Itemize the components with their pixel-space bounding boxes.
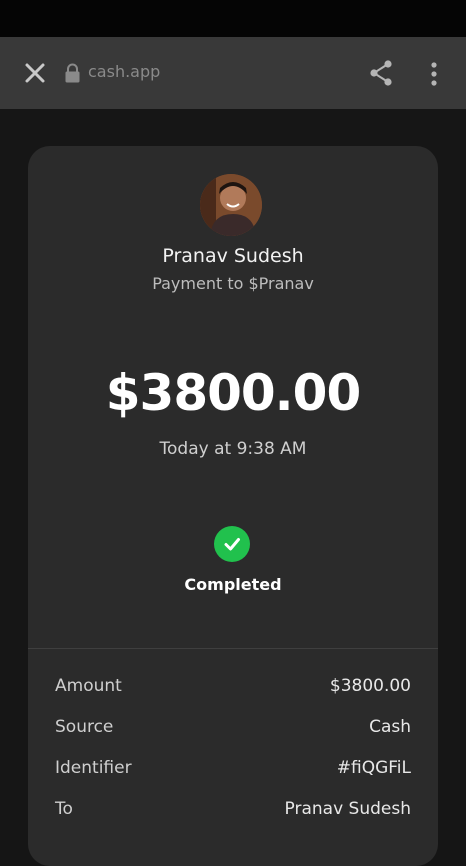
detail-row-identifier: Identifier #fiQGFiL (55, 758, 411, 799)
share-icon[interactable] (368, 59, 394, 87)
detail-row-source: Source Cash (55, 717, 411, 758)
avatar (200, 174, 262, 236)
detail-value: Pranav Sudesh (284, 799, 411, 819)
detail-value: #fiQGFiL (336, 758, 411, 778)
detail-label: To (55, 799, 73, 819)
url-text[interactable]: cash.app (88, 62, 160, 81)
detail-label: Amount (55, 676, 122, 696)
detail-value: $3800.00 (329, 676, 411, 696)
checkmark-icon (214, 526, 250, 562)
detail-label: Identifier (55, 758, 132, 778)
payment-timestamp: Today at 9:38 AM (159, 439, 307, 459)
more-vertical-icon[interactable] (423, 61, 445, 87)
payment-subtitle: Payment to $Pranav (152, 274, 314, 293)
divider (28, 648, 438, 649)
detail-row-to: To Pranav Sudesh (55, 799, 411, 840)
payment-receipt-card: Pranav Sudesh Payment to $Pranav $3800.0… (28, 146, 438, 866)
detail-value: Cash (369, 717, 411, 737)
status-label: Completed (184, 575, 282, 594)
details-list: Amount $3800.00 Source Cash Identifier #… (55, 676, 411, 840)
browser-toolbar: cash.app (0, 37, 466, 109)
recipient-name: Pranav Sudesh (162, 245, 304, 267)
detail-label: Source (55, 717, 114, 737)
close-icon[interactable] (22, 60, 48, 86)
lock-icon (64, 63, 81, 83)
detail-row-amount: Amount $3800.00 (55, 676, 411, 717)
status-bar (0, 0, 466, 37)
payment-amount: $3800.00 (105, 364, 362, 422)
